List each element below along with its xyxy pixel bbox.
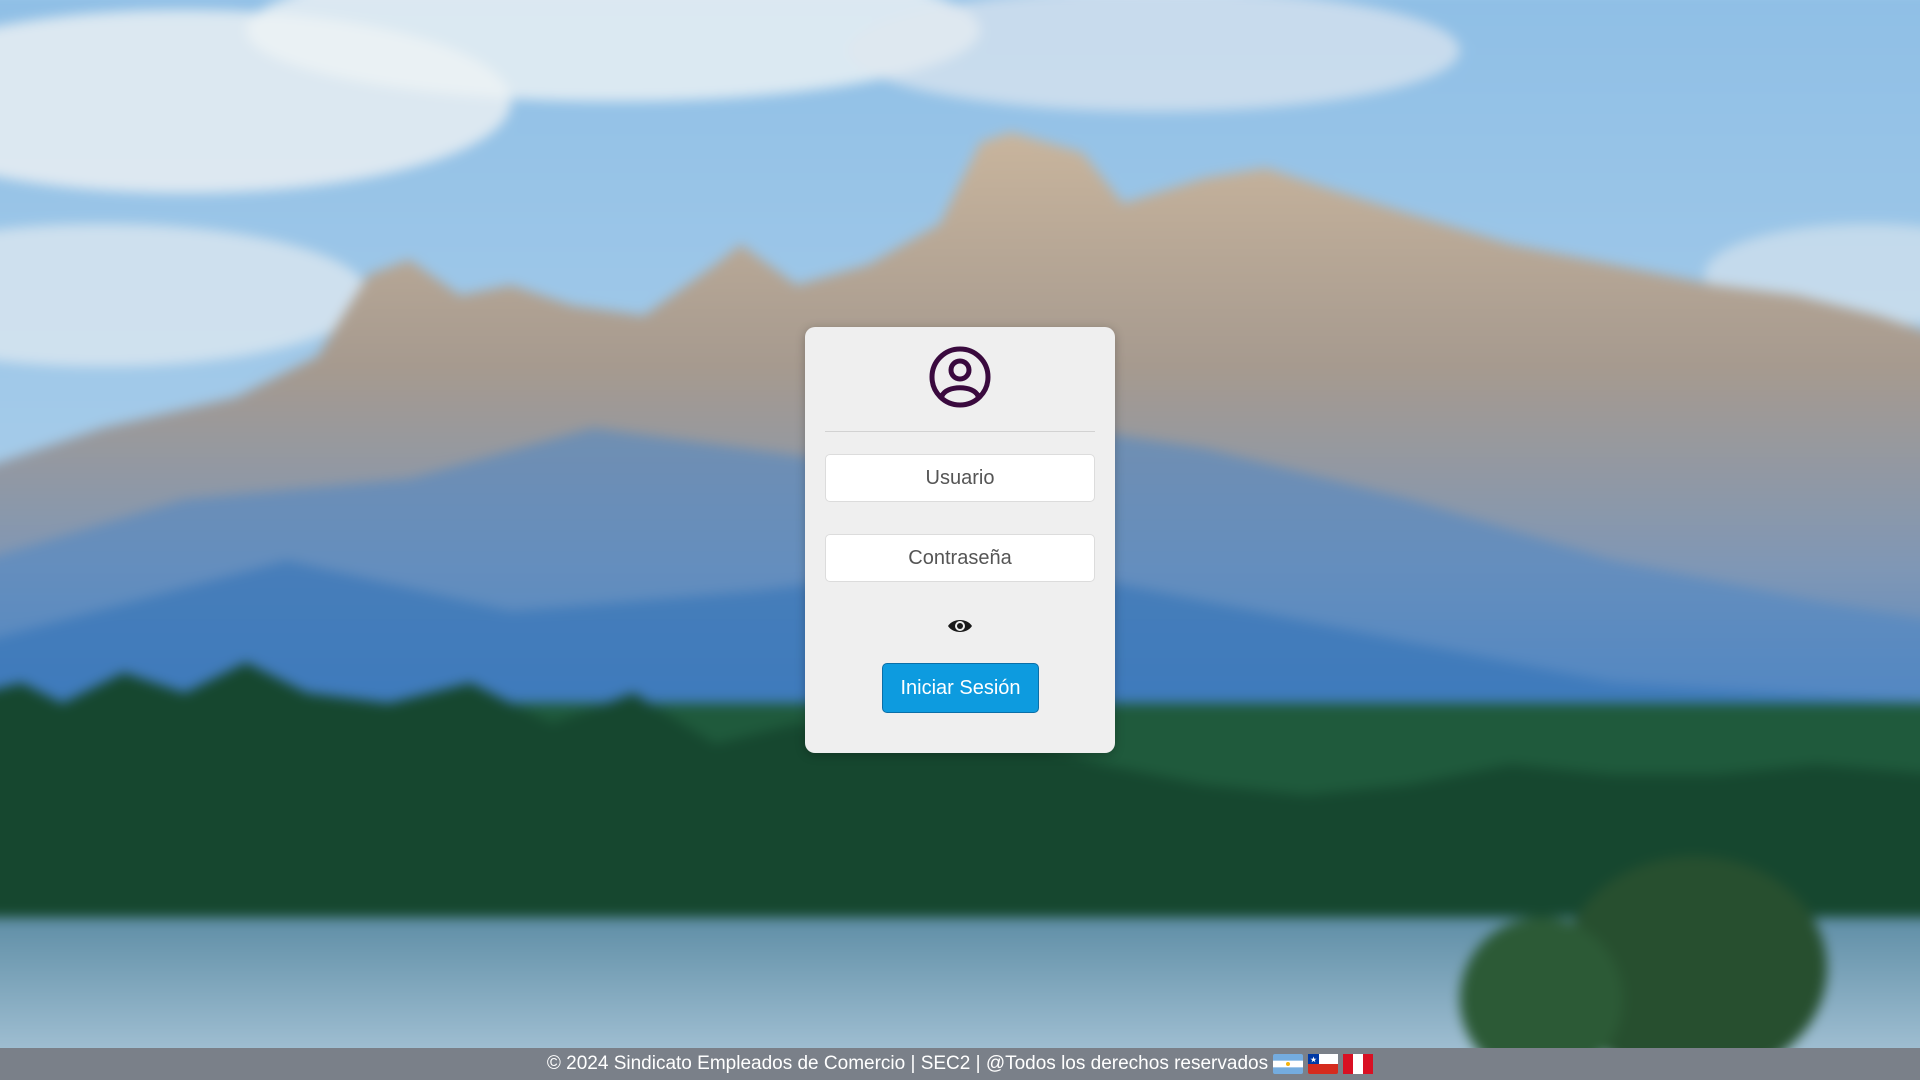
eye-icon[interactable]: [946, 614, 974, 638]
footer: © 2024 Sindicato Empleados de Comercio |…: [0, 1048, 1920, 1080]
user-circle-icon: [928, 345, 992, 409]
flags-group: [1273, 1054, 1374, 1074]
footer-copyright: © 2024 Sindicato Empleados de Comercio |…: [546, 1053, 1269, 1074]
peru-flag-icon: [1343, 1054, 1374, 1074]
argentina-flag-icon: [1273, 1054, 1304, 1074]
login-card: Iniciar Sesión: [805, 327, 1115, 753]
username-input[interactable]: [825, 454, 1095, 502]
chile-flag-icon: [1308, 1054, 1339, 1074]
login-button[interactable]: Iniciar Sesión: [882, 663, 1039, 713]
password-input[interactable]: [825, 534, 1095, 582]
card-divider: [825, 431, 1095, 432]
